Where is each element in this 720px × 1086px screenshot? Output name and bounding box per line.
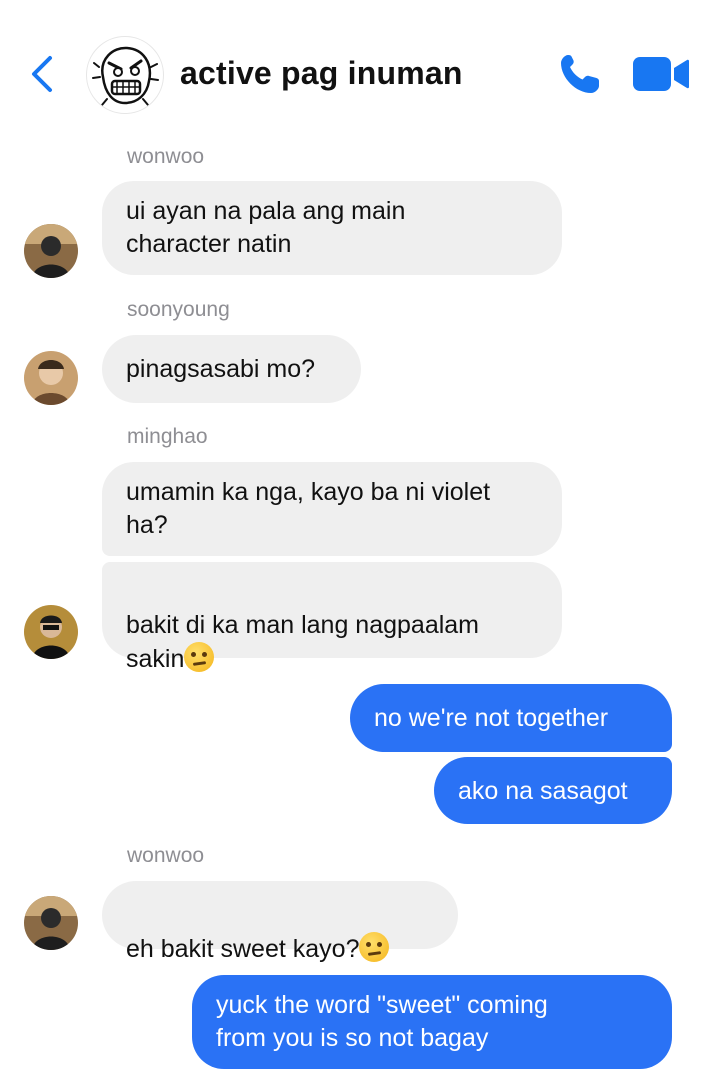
message-text: eh bakit sweet kayo? xyxy=(126,935,360,963)
sender-name: soonyoung xyxy=(127,298,230,321)
voice-call-button[interactable] xyxy=(556,50,604,98)
message-bubble-incoming[interactable]: eh bakit sweet kayo? xyxy=(102,881,458,963)
user-photo-icon xyxy=(24,605,78,659)
user-photo-icon xyxy=(24,224,78,278)
video-call-button[interactable] xyxy=(632,54,690,94)
chat-header: active pag inuman xyxy=(0,0,720,150)
raised-eyebrow-emoji-icon xyxy=(184,642,215,672)
message-bubble-outgoing[interactable]: yuck the word "sweet" coming from you is… xyxy=(192,975,672,1069)
message-bubble-incoming[interactable]: pinagsasabi mo? xyxy=(102,335,361,403)
sender-name: minghao xyxy=(127,425,208,448)
chat-title[interactable]: active pag inuman xyxy=(180,55,463,92)
chat-screen: active pag inuman wonwoo ui ayan na pala… xyxy=(0,0,720,1086)
video-camera-icon xyxy=(633,57,689,91)
sender-name: wonwoo xyxy=(127,844,205,867)
message-bubble-outgoing[interactable]: ako na sasagot xyxy=(434,757,672,824)
sender-name: wonwoo xyxy=(127,145,205,168)
message-bubble-incoming[interactable]: umamin ka nga, kayo ba ni violet ha? xyxy=(102,462,562,556)
back-button[interactable] xyxy=(24,52,60,96)
message-bubble-outgoing[interactable]: no we're not together xyxy=(350,684,672,752)
avatar-soonyoung[interactable] xyxy=(24,351,78,405)
raised-eyebrow-emoji-icon xyxy=(359,932,390,962)
rage-face-icon xyxy=(92,46,159,106)
user-photo-icon xyxy=(24,896,78,950)
user-photo-icon xyxy=(24,351,78,405)
avatar-wonwoo[interactable] xyxy=(24,224,78,278)
message-bubble-incoming[interactable]: bakit di ka man lang nagpaalam sakin xyxy=(102,562,562,673)
message-bubble-incoming[interactable]: ui ayan na pala ang main character natin xyxy=(102,181,562,275)
message-text: bakit di ka man lang nagpaalam sakin xyxy=(126,611,480,673)
chevron-left-icon xyxy=(32,56,52,92)
phone-icon xyxy=(561,55,599,93)
avatar-wonwoo[interactable] xyxy=(24,896,78,950)
avatar-minghao[interactable] xyxy=(24,605,78,659)
group-avatar[interactable] xyxy=(86,36,164,114)
